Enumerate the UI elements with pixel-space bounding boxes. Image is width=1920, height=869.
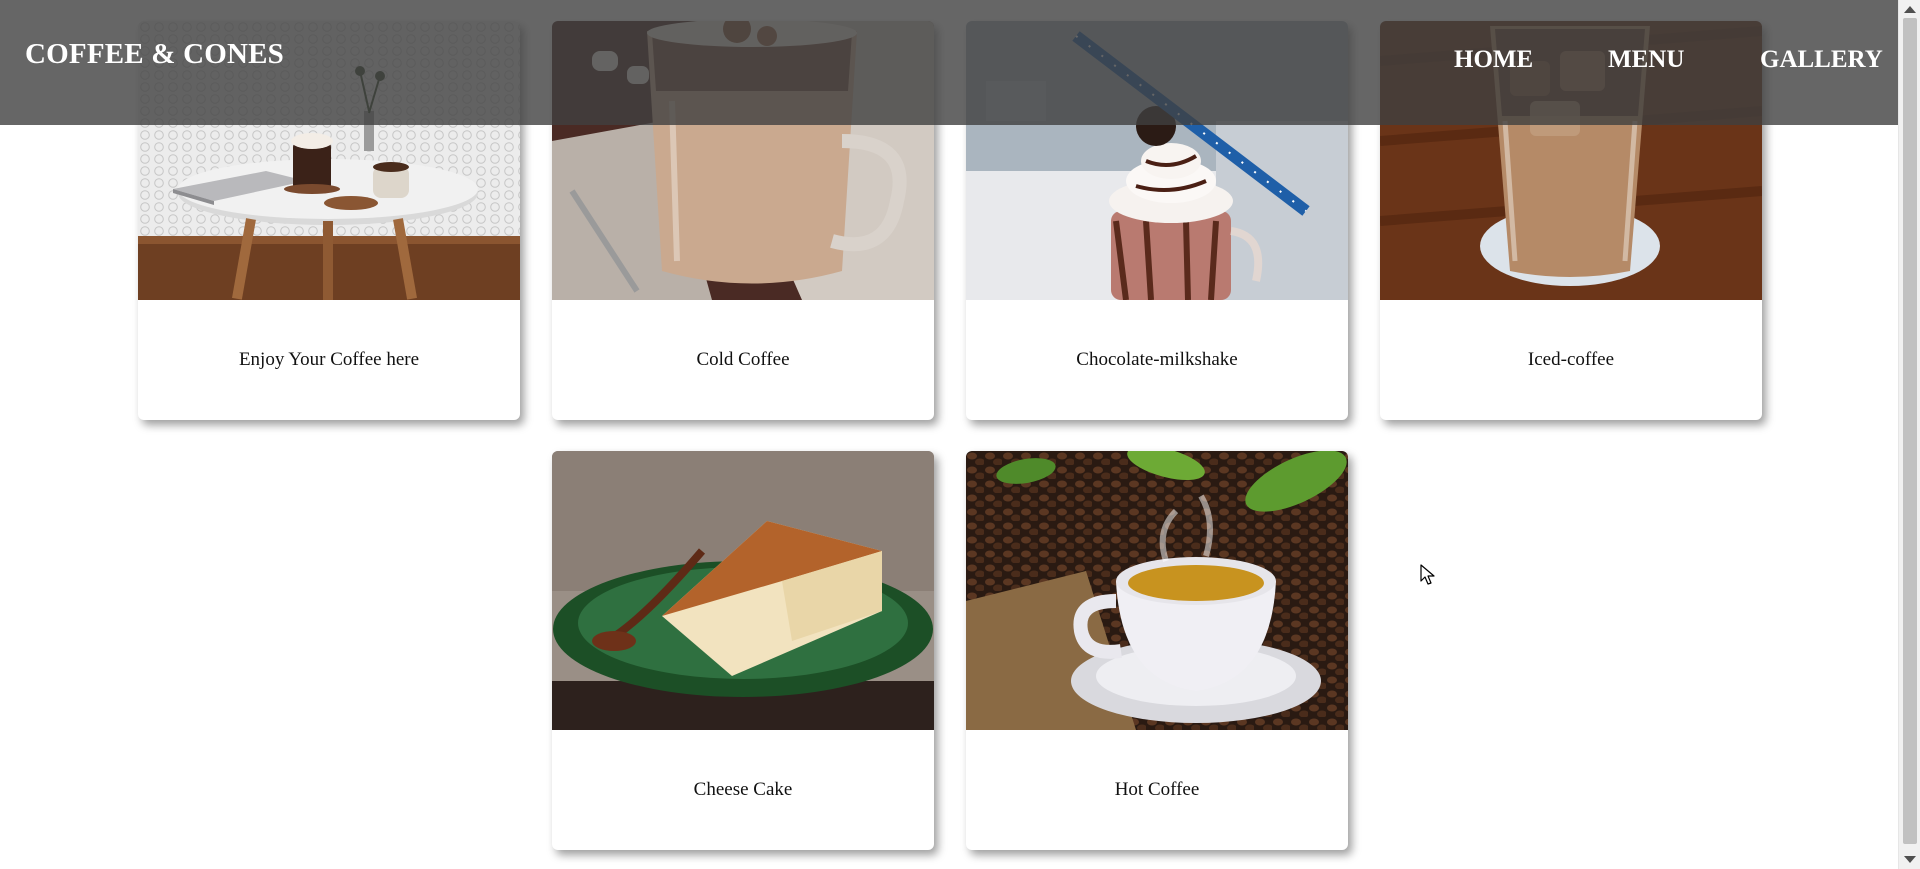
cheesecake-slice-photo bbox=[552, 451, 934, 730]
coffee-cup-beans-photo bbox=[966, 451, 1348, 730]
card-caption: Cheese Cake bbox=[693, 779, 793, 800]
mouse-pointer-icon bbox=[1420, 564, 1435, 585]
card-caption: Iced-coffee bbox=[1527, 349, 1615, 370]
scroll-down-arrow-icon[interactable] bbox=[1904, 856, 1916, 863]
gallery-card-hot-coffee: Hot Coffee bbox=[966, 451, 1348, 850]
scroll-up-arrow-icon[interactable] bbox=[1904, 6, 1916, 13]
nav-link-menu[interactable]: MENU bbox=[1608, 46, 1684, 74]
nav-link-gallery[interactable]: GALLERY bbox=[1760, 46, 1883, 74]
vertical-scrollbar[interactable] bbox=[1898, 0, 1920, 869]
card-caption: Enjoy Your Coffee here bbox=[238, 349, 420, 370]
gallery-grid: Enjoy Your Coffee here Cold Coffee Choco… bbox=[0, 0, 1898, 869]
nav-link-home[interactable]: HOME bbox=[1454, 46, 1533, 74]
card-caption: Cold Coffee bbox=[696, 349, 790, 370]
card-caption: Hot Coffee bbox=[1114, 779, 1200, 800]
card-caption: Chocolate-milkshake bbox=[1076, 349, 1238, 370]
scrollbar-thumb[interactable] bbox=[1903, 18, 1917, 844]
gallery-card-cheese-cake: Cheese Cake bbox=[552, 451, 934, 850]
brand-logo[interactable]: COFFEE & CONES bbox=[25, 38, 284, 71]
top-navbar: COFFEE & CONES HOME MENU GALLERY bbox=[0, 0, 1898, 125]
